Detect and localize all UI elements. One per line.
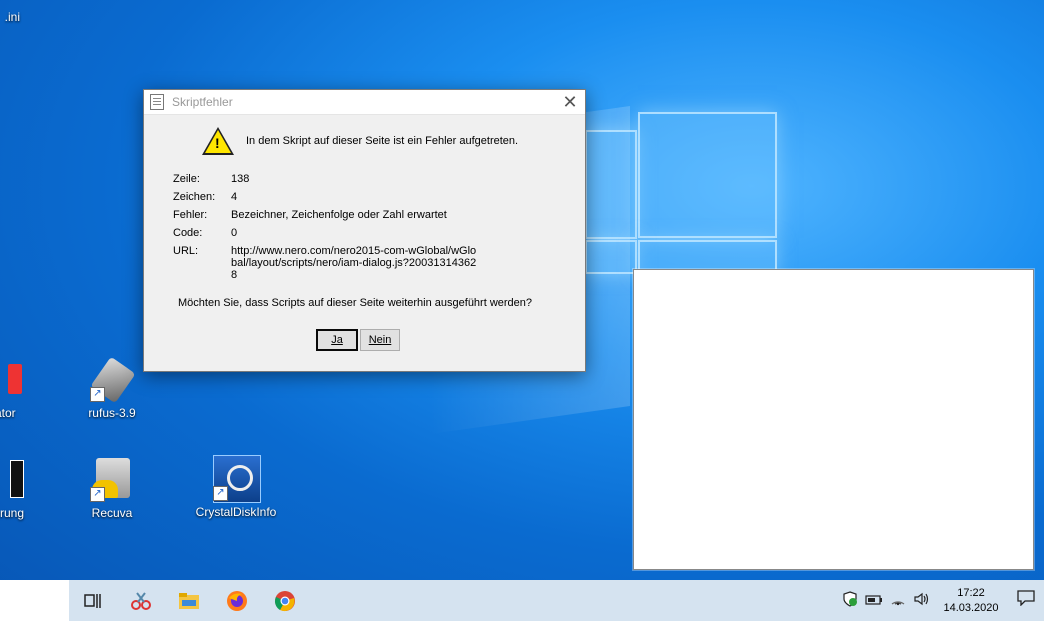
script-error-dialog: Skriptfehler ✕ ! In dem Skript auf diese… [143, 89, 586, 372]
detail-label: Code: [173, 227, 203, 239]
desktop-icon-recuva[interactable]: ↗ Recuva [67, 458, 157, 520]
error-details: Zeile: 138 Zeichen: 4 Fehler: Bezeichner… [173, 173, 585, 281]
error-message: In dem Skript auf dieser Seite ist ein F… [246, 135, 519, 147]
document-icon [0, 458, 24, 502]
clock-date: 14.03.2020 [943, 601, 999, 614]
desktop-icon-label: .ini [4, 10, 20, 24]
snipping-tool-icon[interactable] [117, 580, 165, 621]
search-box[interactable] [0, 580, 69, 621]
battery-icon[interactable] [862, 593, 886, 609]
detail-label: Zeile: [173, 173, 200, 185]
desktop-icon-label: rufus-3.9 [88, 406, 136, 420]
crystaldiskinfo-icon: ↗ [213, 455, 261, 503]
detail-value: 4 [231, 191, 238, 203]
shortcut-arrow-icon: ↗ [90, 387, 105, 402]
detail-label: Zeichen: [173, 191, 216, 203]
firefox-icon[interactable] [213, 580, 261, 621]
taskbar: 17:22 14.03.2020 [0, 580, 1044, 621]
clock[interactable]: 17:22 14.03.2020 [934, 586, 1008, 616]
warning-icon: ! [202, 127, 234, 155]
detail-value: 138 [231, 173, 250, 185]
network-icon[interactable] [886, 592, 910, 609]
detail-label: Fehler: [173, 209, 208, 221]
detail-row-line: Zeile: 138 [173, 173, 585, 185]
detail-row-url: URL: http://www.nero.com/nero2015-com-wG… [173, 245, 585, 281]
volume-icon[interactable] [910, 592, 934, 609]
blank-window[interactable] [633, 269, 1034, 570]
desktop-icon-label: CrystalDiskInfo [195, 505, 277, 519]
windows-logo-pane [638, 112, 777, 238]
desktop-icon-label: Recuva [91, 506, 133, 520]
recuva-icon: ↗ [90, 458, 134, 502]
windows-logo-pane [585, 130, 637, 239]
system-tray: 17:22 14.03.2020 [838, 580, 1044, 621]
notification-center-icon[interactable] [1008, 590, 1044, 611]
detail-value: 0 [231, 227, 238, 239]
dialog-titlebar[interactable]: Skriptfehler ✕ [144, 90, 585, 115]
close-icon: ✕ [562, 91, 578, 112]
file-explorer-icon[interactable] [165, 580, 213, 621]
detail-row-code: Code: 0 [173, 227, 585, 239]
desktop-icon-label: orderung [0, 506, 25, 520]
close-button[interactable]: ✕ [555, 92, 585, 113]
detail-row-error: Fehler: Bezeichner, Zeichenfolge oder Za… [173, 209, 585, 221]
dialog-title: Skriptfehler [172, 95, 233, 109]
desktop-ini-file[interactable]: .ini [0, 10, 20, 24]
desktop-icon-crystaldiskinfo[interactable]: ↗ CrystalDiskInfo [191, 455, 281, 519]
shortcut-arrow-icon: ↗ [213, 486, 228, 501]
media-creator-icon [0, 358, 22, 402]
detail-value: Bezeichner, Zeichenfolge oder Zahl erwar… [231, 209, 447, 221]
task-view-icon[interactable] [69, 580, 117, 621]
detail-value-url: http://www.nero.com/nero2015-com-wGlobal… [231, 245, 477, 281]
document-icon [150, 94, 164, 110]
shortcut-arrow-icon: ↗ [90, 487, 105, 502]
defender-icon[interactable] [838, 591, 862, 610]
clock-time: 17:22 [957, 586, 985, 599]
windows-logo-pane [585, 240, 637, 274]
detail-row-char: Zeichen: 4 [173, 191, 585, 203]
usb-drive-icon: ↗ [90, 356, 136, 404]
yes-button[interactable]: Ja [316, 329, 358, 351]
detail-label: URL: [173, 245, 199, 257]
continue-question: Möchten Sie, dass Scripts auf dieser Sei… [178, 297, 533, 309]
no-button[interactable]: Nein [360, 329, 400, 351]
desktop-icon-anforderung[interactable]: orderung [0, 458, 45, 520]
chrome-icon[interactable] [261, 580, 309, 621]
desktop-icon-media-creator[interactable]: reator [0, 358, 45, 420]
desktop-icon-label: reator [0, 406, 16, 420]
